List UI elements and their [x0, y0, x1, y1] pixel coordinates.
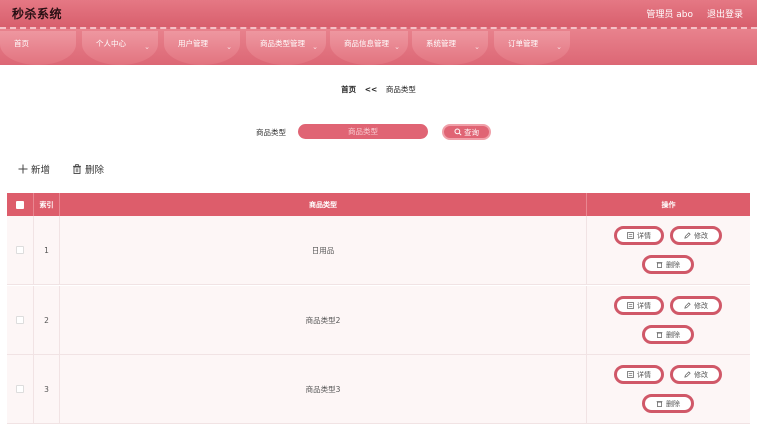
- breadcrumb: 首页 << 商品类型: [0, 84, 757, 95]
- search-label: 商品类型: [256, 128, 286, 137]
- nav-item-orders[interactable]: 订单管理 ⌄: [494, 31, 570, 65]
- current-user[interactable]: 管理员 abo: [646, 7, 693, 20]
- trash-icon: [656, 262, 663, 268]
- table-row: 3 商品类型3 详情 修改 删除: [7, 355, 750, 424]
- edit-label: 修改: [694, 231, 708, 240]
- add-button[interactable]: 新增: [18, 162, 50, 176]
- detail-button[interactable]: 详情: [614, 365, 664, 384]
- row-delete-button[interactable]: 删除: [642, 255, 694, 274]
- row-checkbox-cell: [7, 355, 34, 423]
- nav-item-product-types[interactable]: 商品类型管理 ⌄: [246, 31, 326, 65]
- search-input[interactable]: [298, 124, 428, 139]
- row-type: 商品类型2: [60, 286, 587, 354]
- row-index: 2: [34, 286, 60, 354]
- select-all-checkbox[interactable]: [16, 200, 24, 209]
- detail-label: 详情: [637, 231, 651, 240]
- nav-item-label: 首页: [14, 38, 29, 48]
- row-checkbox[interactable]: [16, 385, 24, 393]
- nav-item-users[interactable]: 用户管理 ⌄: [164, 31, 240, 65]
- row-checkbox-cell: [7, 286, 34, 354]
- row-index: 1: [34, 216, 60, 284]
- row-delete-label: 删除: [666, 399, 680, 408]
- top-right-links: 管理员 abo 退出登录: [646, 7, 743, 20]
- edit-button[interactable]: 修改: [670, 296, 722, 315]
- row-ops: 详情 修改 删除: [587, 286, 750, 354]
- row-delete-button[interactable]: 删除: [642, 325, 694, 344]
- header-ops: 操作: [661, 200, 676, 209]
- chevron-down-icon: ⌄: [312, 43, 318, 51]
- chevron-down-icon: ⌄: [556, 43, 562, 51]
- nav-item-home[interactable]: 首页: [0, 31, 76, 65]
- detail-button[interactable]: 详情: [614, 296, 664, 315]
- breadcrumb-home[interactable]: 首页: [341, 85, 356, 94]
- nav-item-label: 订单管理: [508, 38, 538, 48]
- breadcrumb-current: 商品类型: [385, 85, 416, 94]
- edit-icon: [684, 371, 691, 378]
- detail-icon: [627, 232, 634, 239]
- row-checkbox[interactable]: [16, 316, 24, 324]
- top-bar: 秒杀系统 管理员 abo 退出登录: [0, 0, 757, 27]
- row-delete-button[interactable]: 删除: [642, 394, 694, 413]
- nav-item-label: 用户管理: [178, 38, 208, 48]
- edit-button[interactable]: 修改: [670, 226, 722, 245]
- edit-icon: [684, 302, 691, 309]
- delete-button[interactable]: 删除: [72, 162, 104, 176]
- app-title: 秒杀系统: [12, 7, 63, 21]
- logout-link[interactable]: 退出登录: [707, 7, 743, 20]
- breadcrumb-separator: <<: [364, 85, 378, 94]
- plus-icon: [18, 164, 28, 174]
- table-header: 索引 商品类型 操作: [7, 193, 750, 216]
- header-checkbox-cell: [7, 193, 34, 216]
- row-ops: 详情 修改 删除: [587, 216, 750, 284]
- table-row: 2 商品类型2 详情 修改 删除: [7, 286, 750, 355]
- detail-label: 详情: [637, 370, 651, 379]
- row-ops-group: 详情 修改 删除: [587, 355, 750, 423]
- main-nav: 首页 个人中心 ⌄ 用户管理 ⌄ 商品类型管理 ⌄ 商品信息管理 ⌄ 系统管理 …: [0, 27, 757, 65]
- row-type: 商品类型3: [60, 355, 587, 423]
- nav-item-label: 个人中心: [96, 38, 126, 48]
- edit-icon: [684, 232, 691, 239]
- nav-item-system[interactable]: 系统管理 ⌄: [412, 31, 488, 65]
- row-delete-label: 删除: [666, 260, 680, 269]
- edit-label: 修改: [694, 370, 708, 379]
- detail-button[interactable]: 详情: [614, 226, 664, 245]
- row-type: 日用品: [60, 216, 587, 284]
- detail-icon: [627, 371, 634, 378]
- row-delete-label: 删除: [666, 330, 680, 339]
- trash-icon: [656, 332, 663, 338]
- search-button-label: 查询: [464, 127, 479, 137]
- detail-icon: [627, 302, 634, 309]
- nav-item-label: 商品信息管理: [344, 38, 389, 48]
- nav-item-label: 系统管理: [426, 38, 456, 48]
- trash-icon: [73, 164, 82, 174]
- search-bar: 商品类型 查询: [0, 124, 757, 140]
- chevron-down-icon: ⌄: [394, 43, 400, 51]
- add-button-label: 新增: [31, 165, 51, 176]
- trash-icon: [656, 401, 663, 407]
- search-icon: [454, 128, 462, 136]
- nav-item-profile[interactable]: 个人中心 ⌄: [82, 31, 158, 65]
- search-button[interactable]: 查询: [442, 124, 491, 140]
- toolbar: 新增 删除: [18, 162, 104, 176]
- chevron-down-icon: ⌄: [474, 43, 480, 51]
- header-type: 商品类型: [60, 193, 587, 216]
- edit-button[interactable]: 修改: [670, 365, 722, 384]
- detail-label: 详情: [637, 301, 651, 310]
- nav-item-product-info[interactable]: 商品信息管理 ⌄: [330, 31, 408, 65]
- chevron-down-icon: ⌄: [226, 43, 232, 51]
- delete-button-label: 删除: [85, 165, 105, 176]
- row-ops: 详情 修改 删除: [587, 355, 750, 423]
- edit-label: 修改: [694, 301, 708, 310]
- row-checkbox-cell: [7, 216, 34, 284]
- chevron-down-icon: ⌄: [144, 43, 150, 51]
- header-index: 索引: [34, 193, 60, 216]
- table-row: 1 日用品 详情 修改 删除: [7, 216, 750, 285]
- row-checkbox[interactable]: [16, 246, 24, 254]
- nav-item-label: 商品类型管理: [260, 38, 305, 48]
- row-index: 3: [34, 355, 60, 423]
- row-ops-group: 详情 修改 删除: [587, 286, 750, 354]
- row-ops-group: 详情 修改 删除: [587, 216, 750, 284]
